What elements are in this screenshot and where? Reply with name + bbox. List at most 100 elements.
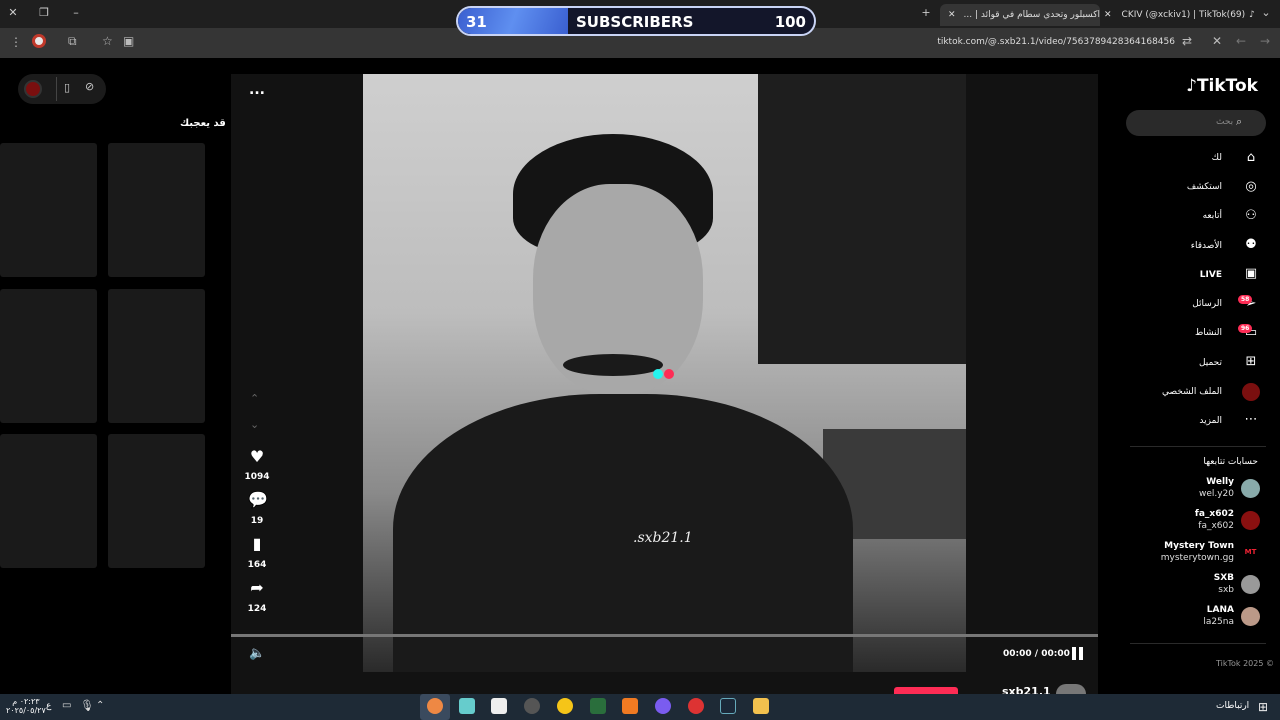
nav-live[interactable]: LIVE [1200,270,1222,280]
taskbar-clock[interactable]: ٠٢:٢٣ م ٢٠٢٥/٠٥/٢٧ [6,697,46,715]
file-explorer-taskbar-icon[interactable] [753,698,769,714]
search-icon[interactable]: ⌕ [1236,115,1242,129]
install-app-icon[interactable]: ▣ [123,34,134,48]
new-tab-icon[interactable]: + [918,6,934,19]
suggestion-thumbnail[interactable] [108,143,205,277]
kebab-menu-icon[interactable]: ⋮ [10,35,22,49]
nav-more[interactable]: المزيد [1199,416,1222,426]
next-video-icon[interactable]: ⌄ [250,418,259,431]
previous-video-icon[interactable]: ⌃ [250,392,259,405]
tiktok-logo[interactable]: ♪TikTok [1186,76,1258,96]
tab-close-icon[interactable]: ✕ [1104,10,1112,20]
notes-taskbar-icon[interactable] [491,698,507,714]
profile-avatar[interactable] [1242,383,1260,401]
copyright: TikTok 2025 © [1216,659,1274,668]
bookmark-icon[interactable]: ▮ [248,534,266,553]
suggestion-thumbnail[interactable] [0,289,97,423]
tray-chevron-icon[interactable]: ⌃ [96,700,104,711]
site-settings-icon[interactable]: ⇄ [1182,34,1192,48]
subscriber-goal-bar: 31 SUBSCRIBERS 100 [456,6,816,36]
video-progress-bar[interactable] [231,634,1098,637]
more-options-icon[interactable]: ... [249,82,265,98]
url-field[interactable]: tiktok.com/@.sxb21.1/video/7563789428364… [937,37,1175,47]
bookmark-star-icon[interactable]: ☆ [102,34,113,48]
profile-avatar[interactable] [24,80,42,98]
following-name[interactable]: fa_x602 [1195,509,1234,519]
following-name[interactable]: SXB [1214,573,1234,583]
tab-close-icon[interactable]: ✕ [948,10,956,20]
chrome-taskbar-icon[interactable] [427,698,443,714]
minimize-window-icon[interactable]: – [68,6,84,19]
extensions-icon[interactable]: ⧉ [68,34,77,49]
suggestion-thumbnail[interactable] [0,434,97,568]
device-icon[interactable]: ▯ [64,81,70,94]
back-icon[interactable]: → [1260,34,1270,48]
author-name[interactable]: sxb21.1 [1002,685,1051,694]
upload-icon[interactable]: ⊞ [1242,354,1260,369]
tab-search-chevron-icon[interactable]: ⌄ [1258,6,1274,19]
home-icon[interactable]: ⌂ [1242,150,1260,165]
excel-taskbar-icon[interactable] [590,698,606,714]
avatar[interactable] [1241,479,1260,498]
suggestion-thumbnail[interactable] [108,289,205,423]
tab-profile[interactable]: ✕ CKIV (@xckiv1) | TikTok(69) ♪ [1100,4,1255,26]
taskbar-links-label[interactable]: ارتباطات [1216,701,1249,711]
profile-avatar-icon[interactable] [32,34,46,48]
chat-taskbar-icon[interactable] [557,698,573,714]
follow-button[interactable] [894,687,958,694]
user-plus-icon[interactable]: ⚇ [1242,208,1260,223]
nav-messages[interactable]: الرسائل [1192,299,1222,309]
following-name[interactable]: LANA [1207,605,1234,615]
avatar[interactable] [1241,575,1260,594]
following-name[interactable]: Welly [1206,477,1234,487]
like-heart-icon[interactable]: ♥ [248,447,266,466]
avatar[interactable] [1241,607,1260,626]
obs-taskbar-icon[interactable] [524,698,540,714]
forward-icon[interactable]: ← [1236,34,1246,48]
suggestion-thumbnail[interactable] [0,143,97,277]
nav-activity[interactable]: النشاط [1195,328,1222,338]
volume-icon[interactable]: 🔈 [249,646,265,661]
taskbar-time: ٠٢:٢٣ م [12,697,40,706]
video-watermark: .sxb21.1 [633,530,693,546]
comment-icon[interactable]: 💬 [248,490,268,509]
suggestion-thumbnail[interactable] [108,434,205,568]
comment-count: 19 [250,516,264,526]
pause-icon-bar-left[interactable] [1072,647,1076,660]
nav-profile[interactable]: الملف الشخصي [1162,387,1222,397]
nav-for-you[interactable]: لك [1212,153,1222,163]
language-indicator[interactable]: ع [46,701,51,711]
following-name[interactable]: Mystery Town [1164,541,1234,551]
restore-window-icon[interactable]: ❐ [36,6,52,19]
live-icon[interactable]: ▣ [1242,266,1260,281]
friends-icon[interactable]: ⚉ [1242,237,1260,252]
steam-taskbar-icon[interactable] [720,698,736,714]
pause-icon-bar-right[interactable] [1079,647,1083,660]
launcher-taskbar-icon[interactable] [622,698,638,714]
compass-icon[interactable]: ◎ [1242,179,1260,194]
stop-loading-icon[interactable]: ✕ [1212,34,1222,48]
compass-icon[interactable]: ⊘ [85,80,94,93]
tab-video[interactable]: ✕ اكسبلور وتحدي سطام في قوائد | ... [940,4,1100,26]
share-icon[interactable]: ➦ [248,578,266,597]
microphone-icon[interactable]: 🎙 [80,699,94,712]
nav-following[interactable]: أتابعه [1203,211,1222,221]
video-frame[interactable]: .sxb21.1 [363,74,966,672]
tiktok-favicon-icon: ♪ [1249,10,1255,20]
nav-upload[interactable]: تحميل [1199,358,1222,368]
nav-explore[interactable]: استكشف [1187,182,1222,192]
person-mustache [563,354,663,376]
network-icon[interactable]: ▭ [62,700,71,711]
avatar[interactable]: MT [1241,543,1260,562]
windows-start-icon[interactable]: ⊞ [1258,700,1268,714]
search-input[interactable]: ⌕ بحث [1126,110,1266,136]
avatar[interactable] [1241,511,1260,530]
nav-friends[interactable]: الأصدقاء [1191,241,1222,251]
chrome-alt-taskbar-icon[interactable] [688,698,704,714]
discord-taskbar-icon[interactable] [655,698,671,714]
video-timecode: 00:00 / 00:00 [1003,649,1070,659]
more-icon[interactable]: ⋯ [1242,412,1260,427]
close-window-icon[interactable]: ✕ [5,6,21,19]
author-avatar[interactable] [1056,684,1086,694]
app-taskbar-icon[interactable] [459,698,475,714]
